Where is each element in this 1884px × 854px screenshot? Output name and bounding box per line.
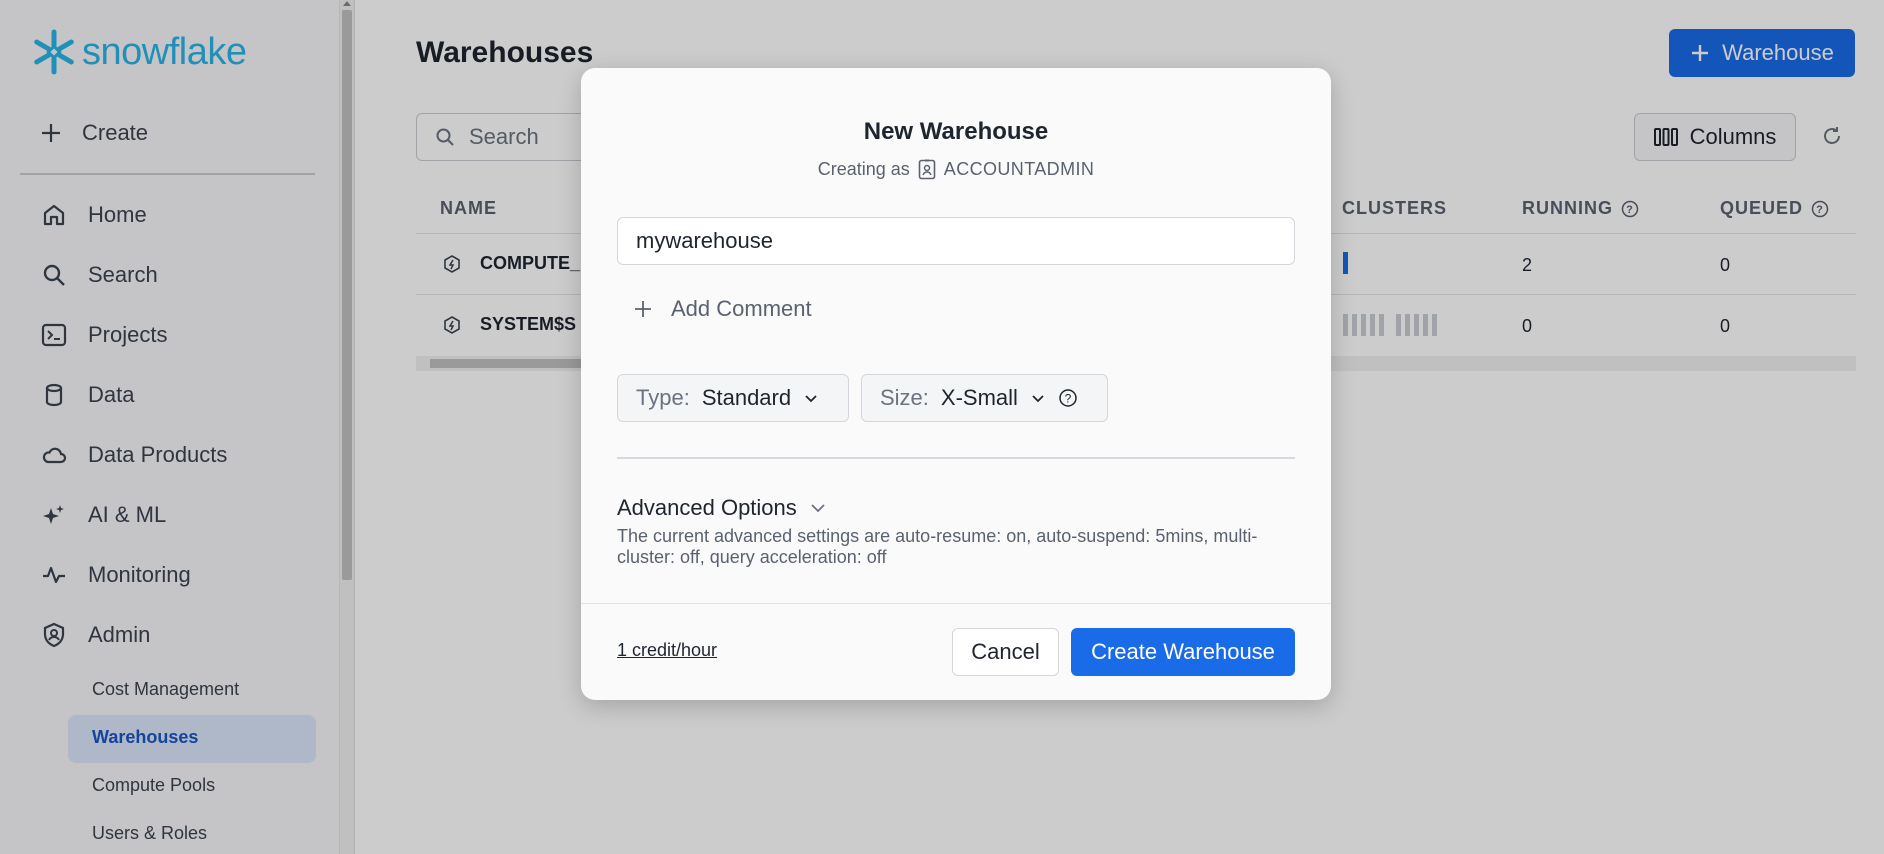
size-value: X-Small (940, 385, 1018, 410)
advanced-options-toggle[interactable]: Advanced Options (617, 495, 827, 521)
type-select[interactable]: Type: Standard (617, 374, 849, 422)
new-warehouse-dialog: New Warehouse Creating as ACCOUNTADMIN m… (581, 68, 1331, 700)
cancel-button[interactable]: Cancel (952, 628, 1059, 676)
chevron-down-icon (811, 504, 825, 513)
divider (617, 457, 1295, 459)
type-value: Standard (701, 385, 792, 410)
chevron-down-icon (805, 395, 817, 403)
creating-as-info: Creating as ACCOUNTADMIN (581, 158, 1331, 180)
plus-icon (635, 301, 651, 317)
size-label: Size: (880, 385, 929, 410)
creating-as-label: Creating as (817, 158, 910, 179)
advanced-options-label: Advanced Options (617, 495, 797, 520)
footer-divider (581, 603, 1331, 604)
help-icon[interactable]: ? (1058, 388, 1078, 408)
svg-text:?: ? (1065, 392, 1072, 406)
role-name: ACCOUNTADMIN (943, 158, 1095, 179)
size-select[interactable]: Size: X-Small ? (861, 374, 1108, 422)
warehouse-name-input[interactable]: mywarehouse (617, 217, 1295, 265)
dialog-title: New Warehouse (863, 118, 1049, 145)
chevron-down-icon (1032, 395, 1044, 403)
add-comment-label: Add Comment (671, 296, 812, 321)
credit-rate-link[interactable]: 1 credit/hour (617, 640, 717, 661)
advanced-options-description: The current advanced settings are auto-r… (617, 526, 1258, 567)
type-label: Type: (636, 385, 690, 410)
user-badge-icon (918, 159, 936, 180)
create-warehouse-button[interactable]: Create Warehouse (1071, 628, 1295, 676)
add-comment-button[interactable]: Add Comment (633, 296, 812, 322)
